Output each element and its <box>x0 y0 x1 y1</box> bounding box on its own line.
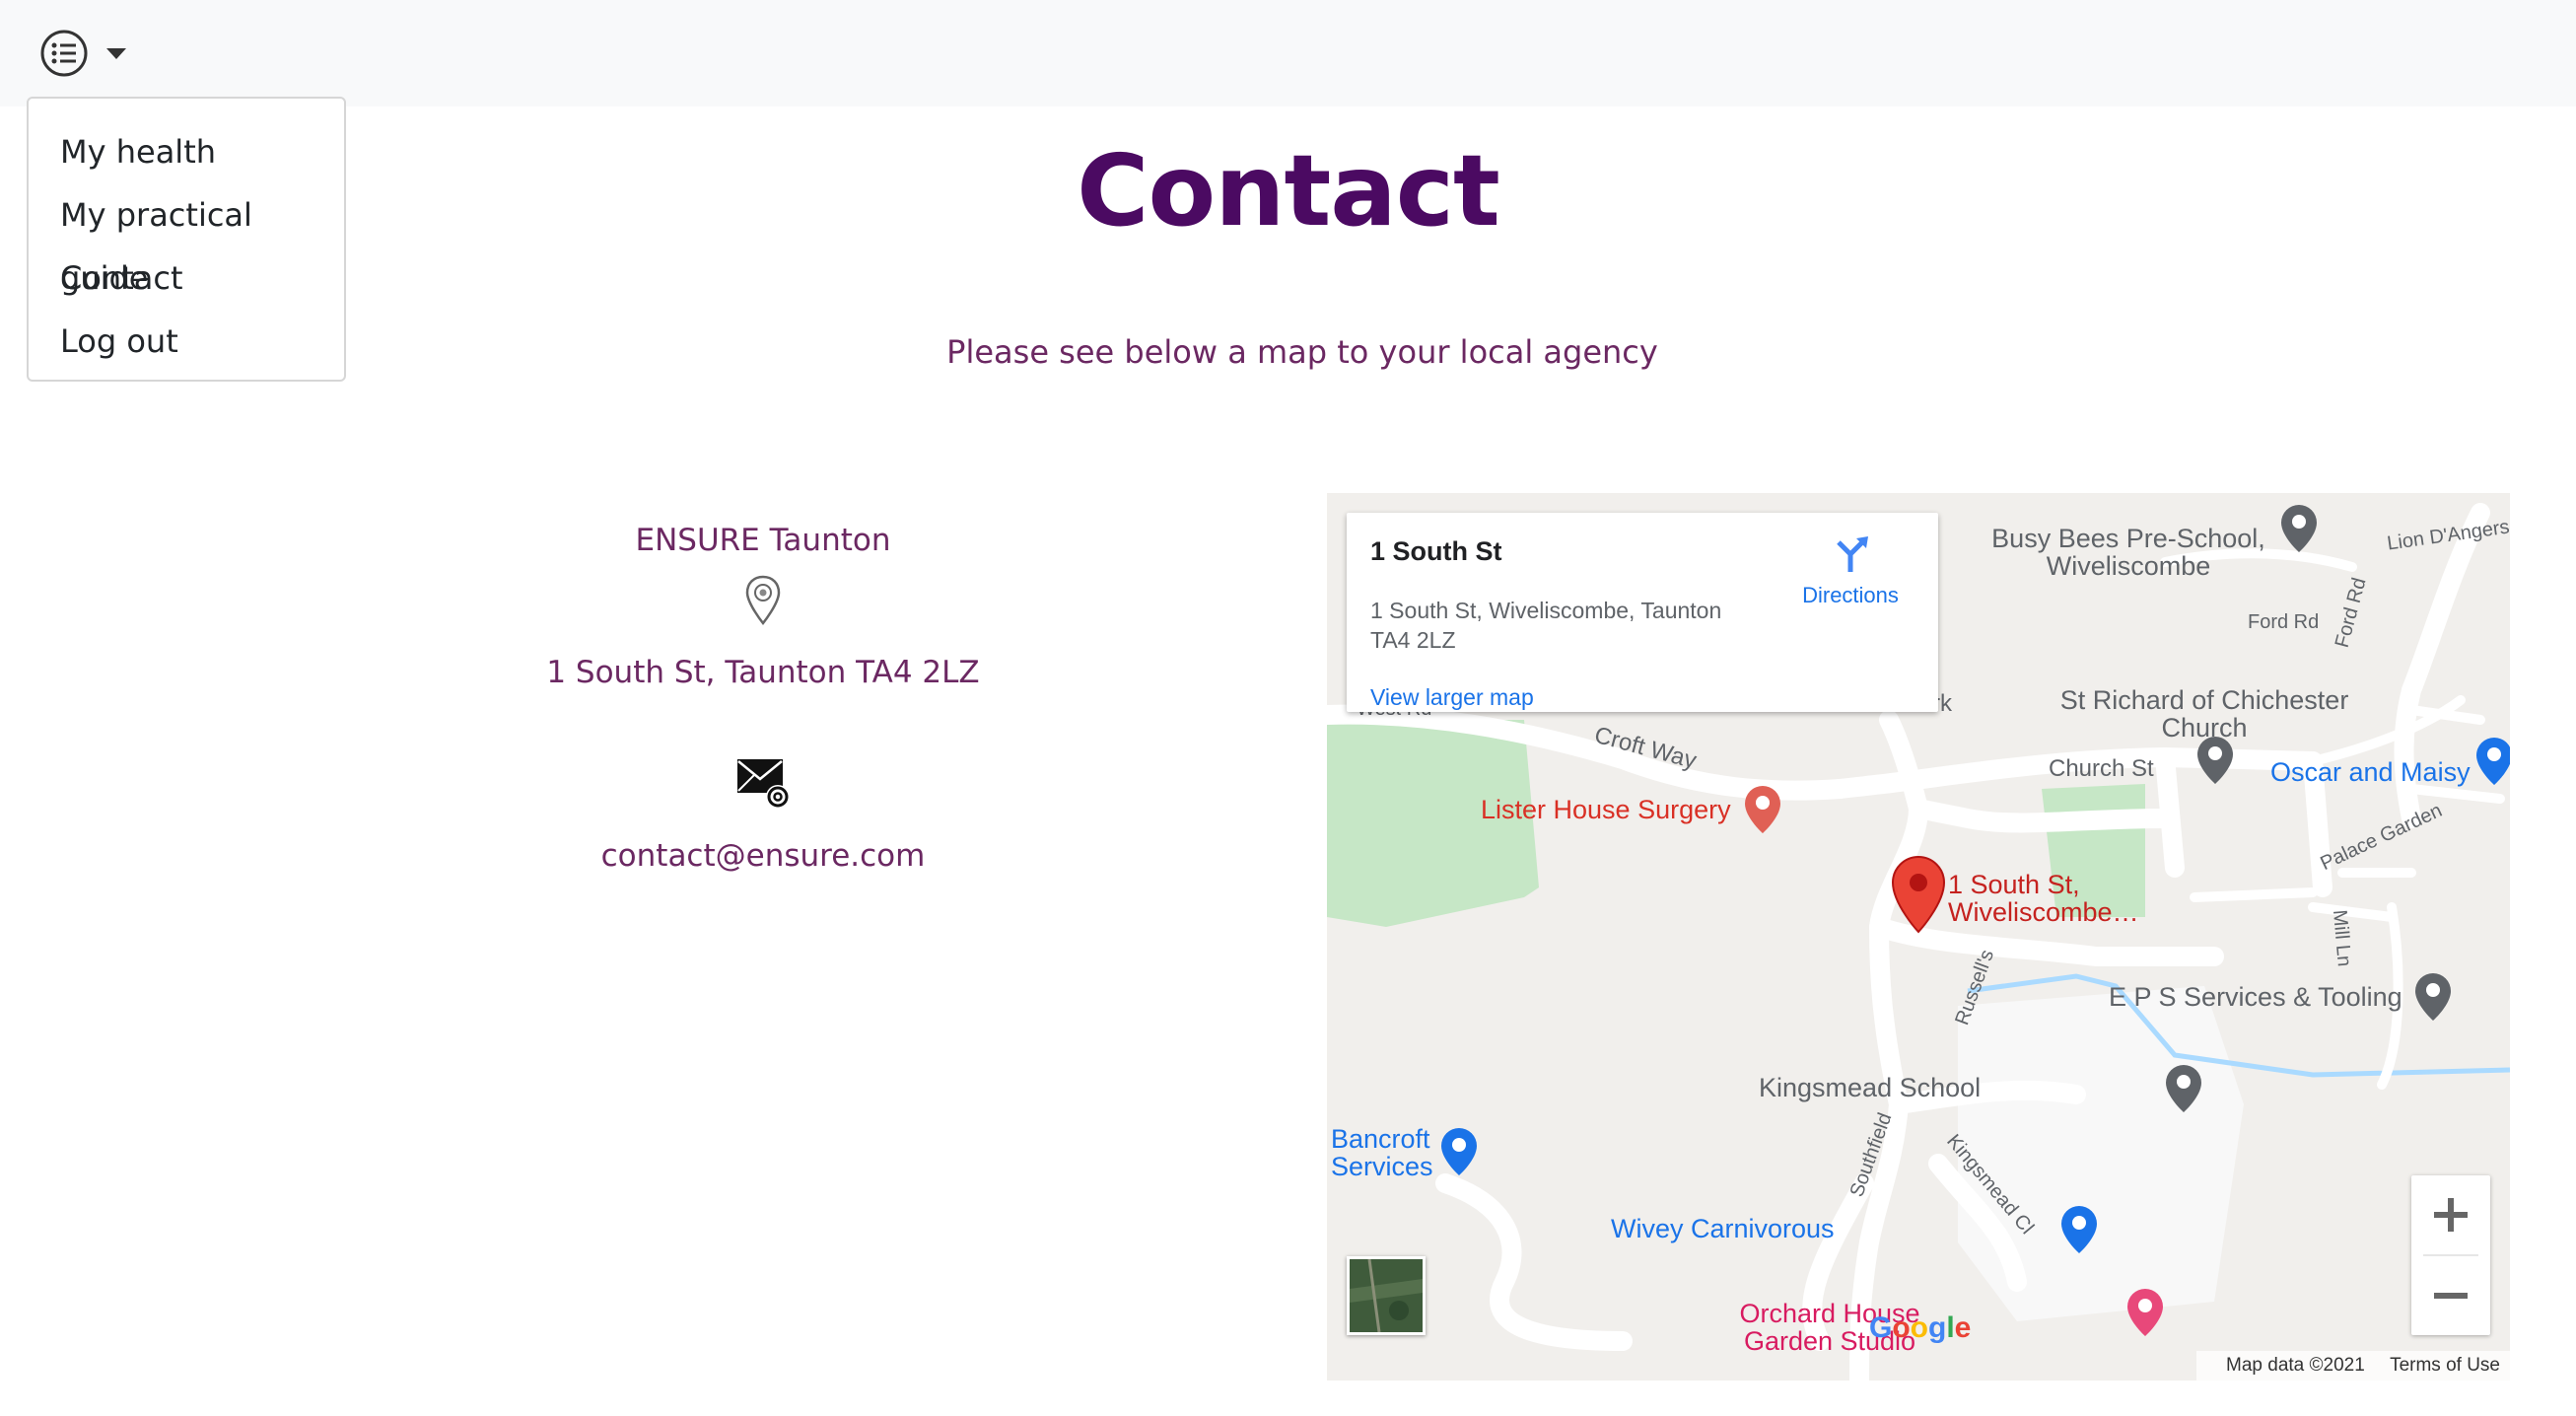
google-logo: Google <box>1869 1311 1972 1344</box>
street-ford-rd: Ford Rd <box>2248 611 2320 633</box>
place-address: 1 South St, Wiveliscombe, Taunton TA4 2L… <box>1370 598 1722 653</box>
location-pin-icon <box>745 575 781 626</box>
street-church-st: Church St <box>2049 755 2154 782</box>
plus-icon <box>2434 1198 2468 1232</box>
map-marker-label[interactable]: 1 South St, Wiveliscombe… <box>1948 871 2145 926</box>
street-mill-ln: Mill Ln <box>2328 908 2355 968</box>
top-navbar <box>0 0 2576 106</box>
poi-kingsmead-school[interactable]: Kingsmead School <box>1759 1073 1981 1103</box>
directions-label: Directions <box>1802 583 1899 607</box>
map-data-attribution: Map data ©2021 <box>2226 1355 2365 1376</box>
map-footer: Map data ©2021 Terms of Use <box>2196 1351 2510 1381</box>
agency-email-link[interactable]: contact@ensure.com <box>442 838 1084 874</box>
zoom-controls <box>2411 1175 2490 1335</box>
place-title: 1 South St <box>1370 536 1502 566</box>
poi-bancroft[interactable]: Bancroft Services <box>1331 1125 1459 1180</box>
menu-toggle-button[interactable] <box>39 28 138 79</box>
page-title: Contact <box>1077 133 1500 248</box>
zoom-out-button[interactable] <box>2411 1256 2490 1335</box>
list-icon <box>40 30 88 77</box>
poi-eps-services[interactable]: E P S Services & Tooling <box>2109 982 2402 1013</box>
directions-button[interactable]: Directions <box>1776 532 1924 608</box>
poi-st-richard[interactable]: St Richard of Chichester Church <box>2017 686 2392 742</box>
agency-name: ENSURE Taunton <box>635 523 891 558</box>
map-info-card: 1 South St 1 South St, Wiveliscombe, Tau… <box>1347 513 1938 712</box>
minus-icon <box>2434 1293 2468 1299</box>
menu-item-contact[interactable]: Contact <box>29 247 344 310</box>
map-embed[interactable]: Busy Bees Pre-School, Wiveliscombe St Ri… <box>1327 493 2510 1381</box>
page-subtitle: Please see below a map to your local age… <box>946 333 1658 371</box>
satellite-thumbnail-icon <box>1350 1258 1423 1333</box>
satellite-view-toggle[interactable] <box>1347 1256 1426 1335</box>
directions-icon <box>1837 536 1868 572</box>
poi-oscar-maisy[interactable]: Oscar and Maisy <box>2270 757 2471 788</box>
poi-busy-bees[interactable]: Busy Bees Pre-School, Wiveliscombe <box>1985 525 2271 580</box>
chevron-down-icon <box>106 47 126 59</box>
view-larger-map-link[interactable]: View larger map <box>1370 684 1534 711</box>
poi-wivey[interactable]: Wivey Carnivorous <box>1611 1214 1835 1244</box>
agency-address: 1 South St, Taunton TA4 2LZ <box>546 655 980 690</box>
poi-lister-house[interactable]: Lister House Surgery <box>1481 795 1731 825</box>
terms-of-use-link[interactable]: Terms of Use <box>2390 1355 2500 1376</box>
zoom-in-button[interactable] <box>2411 1175 2490 1254</box>
email-icon <box>737 759 790 809</box>
